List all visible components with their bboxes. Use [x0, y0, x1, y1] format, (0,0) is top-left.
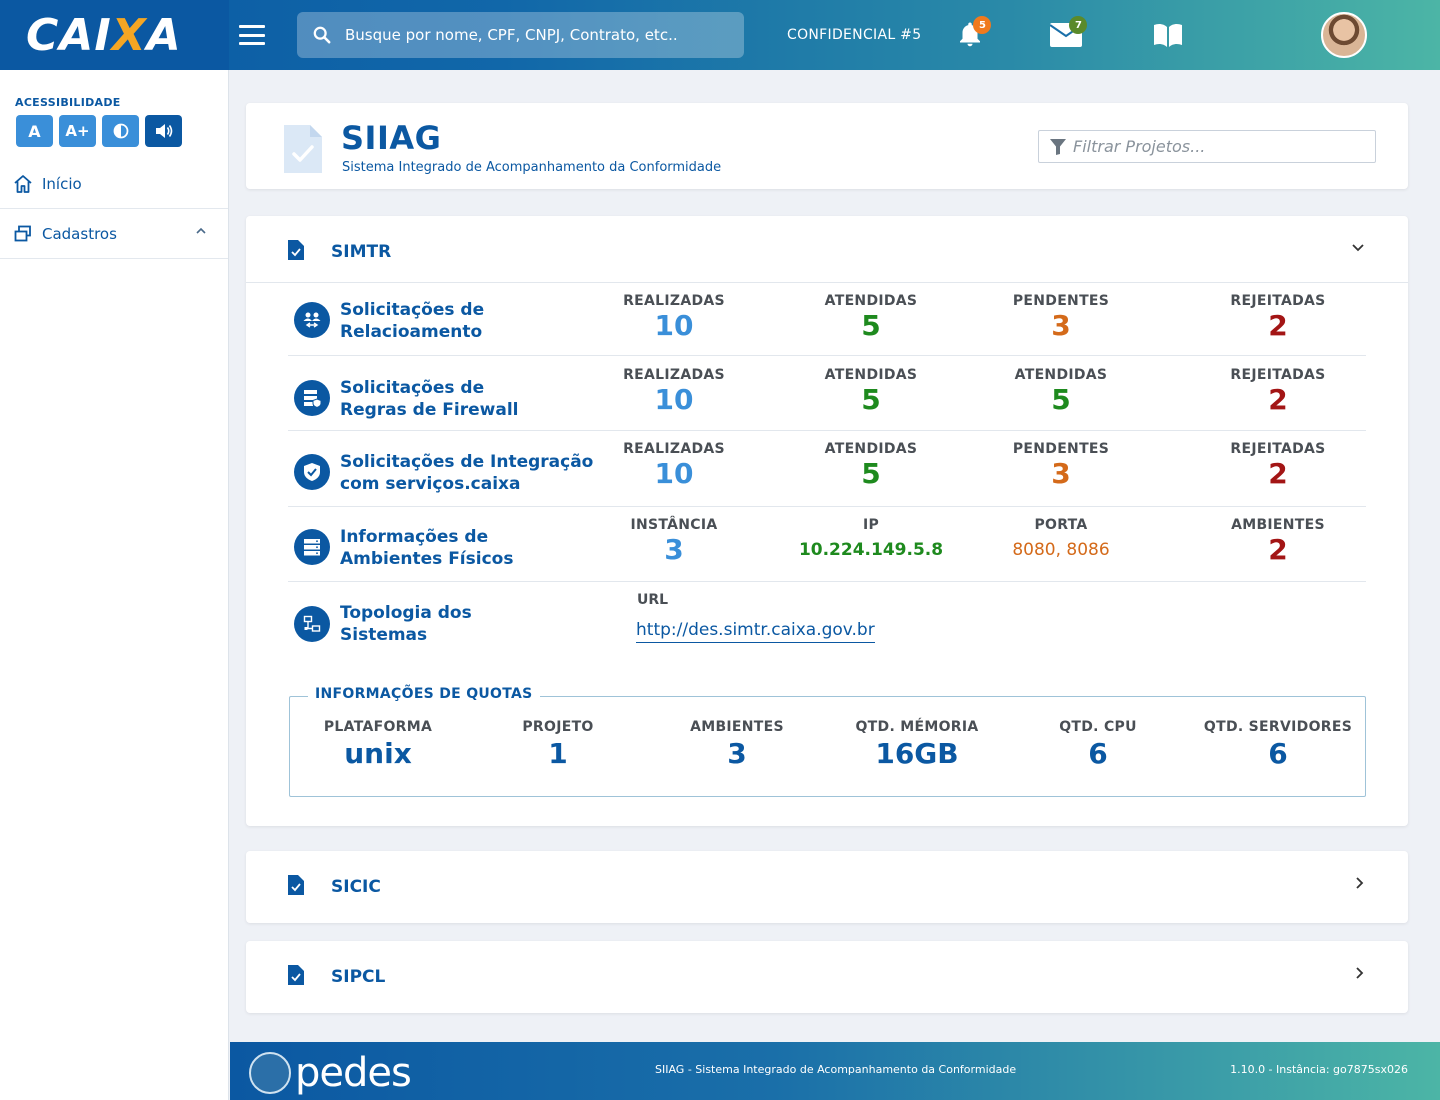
stat-pendentes: PENDENTES 3: [1012, 293, 1110, 342]
global-search: [297, 12, 744, 58]
filter-icon: [1050, 138, 1066, 155]
stat-instancia: INSTÂNCIA 3: [630, 517, 718, 566]
stat-atendidas: ATENDIDAS 5: [824, 441, 918, 490]
audio-button[interactable]: [145, 115, 182, 147]
accessibility-title: ACESSIBILIDADE: [15, 96, 121, 109]
project-card-sipcl[interactable]: SIPCL: [246, 941, 1408, 1013]
row-relacionamento: Solicitações de Relacioamento REALIZADAS 1…: [288, 283, 1366, 356]
sidebar-item-inicio[interactable]: Início: [0, 159, 228, 209]
quota-panel: INFORMAÇÕES DE QUOTAS PLATAFORMA unix PRO…: [289, 686, 1366, 797]
footer-version: 1.10.0 - Instância: go7875sx026: [1230, 1063, 1408, 1076]
project-card-simtr: SIMTR Solicitações de Relacioamento REALI…: [246, 216, 1408, 826]
chevron-right-icon[interactable]: [1356, 877, 1364, 889]
accessibility-toolbar: A A+: [16, 115, 228, 147]
file-check-icon: [288, 875, 304, 895]
system-url-link[interactable]: http://des.simtr.caixa.gov.br: [636, 620, 875, 643]
page-title: SIIAG: [341, 119, 442, 157]
footer-system-name: SIIAG - Sistema Integrado de Acompanhame…: [655, 1063, 1017, 1076]
stat-ambientes: AMBIENTES 2: [1231, 517, 1325, 566]
sidebar-item-label: Cadastros: [42, 224, 117, 243]
document-check-icon: [284, 125, 322, 173]
pedes-logo: pedes: [249, 1050, 412, 1096]
chevron-down-icon[interactable]: [1352, 244, 1364, 252]
project-card-sicic[interactable]: SICIC: [246, 851, 1408, 923]
quota-plataforma: PLATAFORMA unix: [323, 719, 433, 770]
quota-title: INFORMAÇÕES DE QUOTAS: [308, 686, 540, 702]
messages-badge: 7: [1069, 16, 1088, 34]
sidebar-item-cadastros[interactable]: Cadastros: [0, 209, 228, 259]
project-name: SICIC: [331, 877, 381, 897]
global-search-input[interactable]: [345, 26, 705, 44]
page-header-card: SIIAG Sistema Integrado de Acompanhament…: [246, 103, 1408, 189]
project-name: SIMTR: [331, 242, 392, 262]
open-book-icon: [1154, 23, 1183, 47]
network-icon: [294, 606, 330, 642]
speaker-icon: [155, 124, 172, 138]
stat-atendidas: ATENDIDAS 5: [824, 367, 918, 416]
row-label: Solicitações de Regras de Firewall: [340, 378, 519, 420]
tree-emblem-icon: [249, 1052, 291, 1094]
row-topologia: Topologia dos Sistemas URL http://des.sim…: [288, 582, 1366, 662]
sidebar-item-label: Início: [42, 174, 82, 193]
search-icon: [313, 26, 331, 44]
contrast-button[interactable]: [102, 115, 139, 147]
caixa-logo[interactable]: CAI X A: [0, 0, 229, 70]
server-shield-icon: [294, 380, 330, 416]
chevron-right-icon[interactable]: [1356, 967, 1364, 979]
stat-atendidas-2: ATENDIDAS 5: [1014, 367, 1108, 416]
chevron-up-icon: [196, 227, 206, 234]
stat-rejeitadas: REJEITADAS 2: [1230, 367, 1326, 416]
server-icon: [294, 529, 330, 565]
top-header: CAIXA CONFIDENCIAL #5 5 7: [0, 0, 1440, 70]
notifications-button[interactable]: 5: [953, 16, 992, 52]
row-label: Solicitações de Integração com serviços.c…: [340, 452, 594, 494]
notifications-badge: 5: [973, 16, 992, 34]
users-exchange-icon: [294, 302, 330, 338]
font-increase-button[interactable]: A+: [59, 115, 96, 147]
url-label: URL: [637, 592, 669, 608]
page-subtitle: Sistema Integrado de Acompanhamento da C…: [342, 160, 722, 175]
row-label: Informações de Ambientes Físicos: [340, 527, 514, 569]
filter-projects-input[interactable]: [1073, 137, 1363, 156]
quota-memoria: QTD. MÉMORIA 16GB: [855, 719, 979, 770]
quota-projeto: PROJETO 1: [522, 719, 594, 770]
shield-check-icon: [294, 454, 330, 490]
stat-rejeitadas: REJEITADAS 2: [1230, 293, 1326, 342]
row-label: Solicitações de Relacioamento: [340, 300, 485, 342]
row-firewall: Solicitações de Regras de Firewall REALIZ…: [288, 356, 1366, 431]
quota-servidores: QTD. SERVIDORES 6: [1203, 719, 1353, 770]
font-normal-button[interactable]: A: [16, 115, 53, 147]
confidential-label: CONFIDENCIAL #5: [787, 27, 922, 43]
file-check-icon: [288, 240, 304, 260]
stat-realizadas: REALIZADAS 10: [623, 367, 725, 416]
stat-realizadas: REALIZADAS 10: [623, 293, 725, 342]
footer: pedes SIIAG - Sistema Integrado de Acomp…: [230, 1042, 1440, 1100]
stat-porta: PORTA 8080, 8086: [1012, 517, 1110, 560]
project-header[interactable]: SIMTR: [246, 216, 1408, 283]
contrast-icon: [113, 123, 128, 139]
stat-pendentes: PENDENTES 3: [1012, 441, 1110, 490]
quota-ambientes: AMBIENTES 3: [690, 719, 784, 770]
user-avatar[interactable]: [1321, 12, 1368, 58]
stat-realizadas: REALIZADAS 10: [623, 441, 725, 490]
menu-toggle-button[interactable]: [239, 25, 265, 45]
messages-button[interactable]: 7: [1049, 16, 1088, 52]
row-ambientes-fisicos: Informações de Ambientes Físicos INSTÂNCI…: [288, 507, 1366, 582]
project-name: SIPCL: [331, 967, 386, 987]
stat-atendidas: ATENDIDAS 5: [824, 293, 918, 342]
manual-button[interactable]: [1151, 18, 1185, 52]
windows-icon: [12, 223, 34, 245]
file-check-icon: [288, 965, 304, 985]
project-filter: [1038, 130, 1376, 163]
row-integracao: Solicitações de Integração com serviços.c…: [288, 431, 1366, 507]
quota-cpu: QTD. CPU 6: [1059, 719, 1137, 770]
hamburger-icon: [239, 25, 265, 28]
home-icon: [12, 173, 34, 195]
row-label: Topologia dos Sistemas: [340, 603, 472, 645]
stat-rejeitadas: REJEITADAS 2: [1230, 441, 1326, 490]
sidebar: ACESSIBILIDADE A A+ Início Cadastros: [0, 70, 229, 1100]
stat-ip: IP 10.224.149.5.8: [798, 517, 944, 560]
